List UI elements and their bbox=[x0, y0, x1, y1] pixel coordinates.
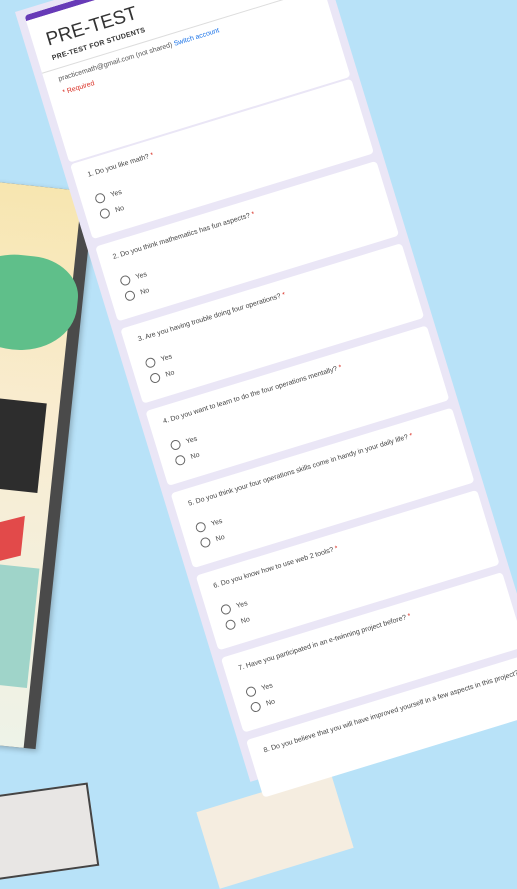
radio-icon[interactable] bbox=[194, 520, 207, 534]
radio-icon[interactable] bbox=[219, 603, 233, 616]
radio-icon[interactable] bbox=[93, 191, 107, 205]
bottom-left-photo bbox=[0, 782, 100, 882]
option-yes[interactable]: Yes bbox=[194, 516, 224, 534]
radio-icon[interactable] bbox=[144, 356, 157, 369]
radio-icon[interactable] bbox=[123, 289, 137, 303]
radio-icon[interactable] bbox=[119, 274, 132, 287]
option-yes[interactable]: Yes bbox=[244, 680, 274, 698]
option-yes[interactable]: Yes bbox=[144, 351, 173, 369]
option-no[interactable]: No bbox=[249, 696, 276, 714]
dark-text-box bbox=[0, 390, 47, 493]
option-yes[interactable]: Yes bbox=[169, 434, 198, 452]
google-form: PRE-TEST ☁ PRE-TEST FOR STUDENTS practic… bbox=[15, 0, 517, 798]
option-no[interactable]: No bbox=[123, 285, 151, 303]
option-no[interactable]: No bbox=[199, 532, 226, 549]
radio-icon[interactable] bbox=[244, 685, 258, 698]
required-note: * Required bbox=[61, 80, 96, 97]
radio-icon[interactable] bbox=[169, 438, 182, 452]
option-no[interactable]: No bbox=[174, 450, 201, 467]
question-text: 1. Do you like math? bbox=[86, 153, 150, 179]
radio-icon[interactable] bbox=[98, 207, 112, 220]
red-shape bbox=[0, 515, 25, 572]
option-yes[interactable]: Yes bbox=[219, 598, 249, 616]
radio-icon[interactable] bbox=[224, 618, 237, 631]
green-shape bbox=[0, 248, 82, 356]
radio-icon[interactable] bbox=[174, 454, 187, 467]
flyer-photo bbox=[0, 175, 95, 750]
radio-icon[interactable] bbox=[199, 536, 212, 549]
radio-icon[interactable] bbox=[249, 700, 262, 714]
radio-icon[interactable] bbox=[148, 371, 162, 385]
option-no[interactable]: No bbox=[148, 367, 176, 385]
teal-shape bbox=[0, 552, 40, 688]
option-yes[interactable]: Yes bbox=[93, 187, 123, 205]
option-no[interactable]: No bbox=[224, 614, 251, 631]
option-yes[interactable]: Yes bbox=[119, 269, 148, 287]
option-no[interactable]: No bbox=[98, 203, 126, 220]
